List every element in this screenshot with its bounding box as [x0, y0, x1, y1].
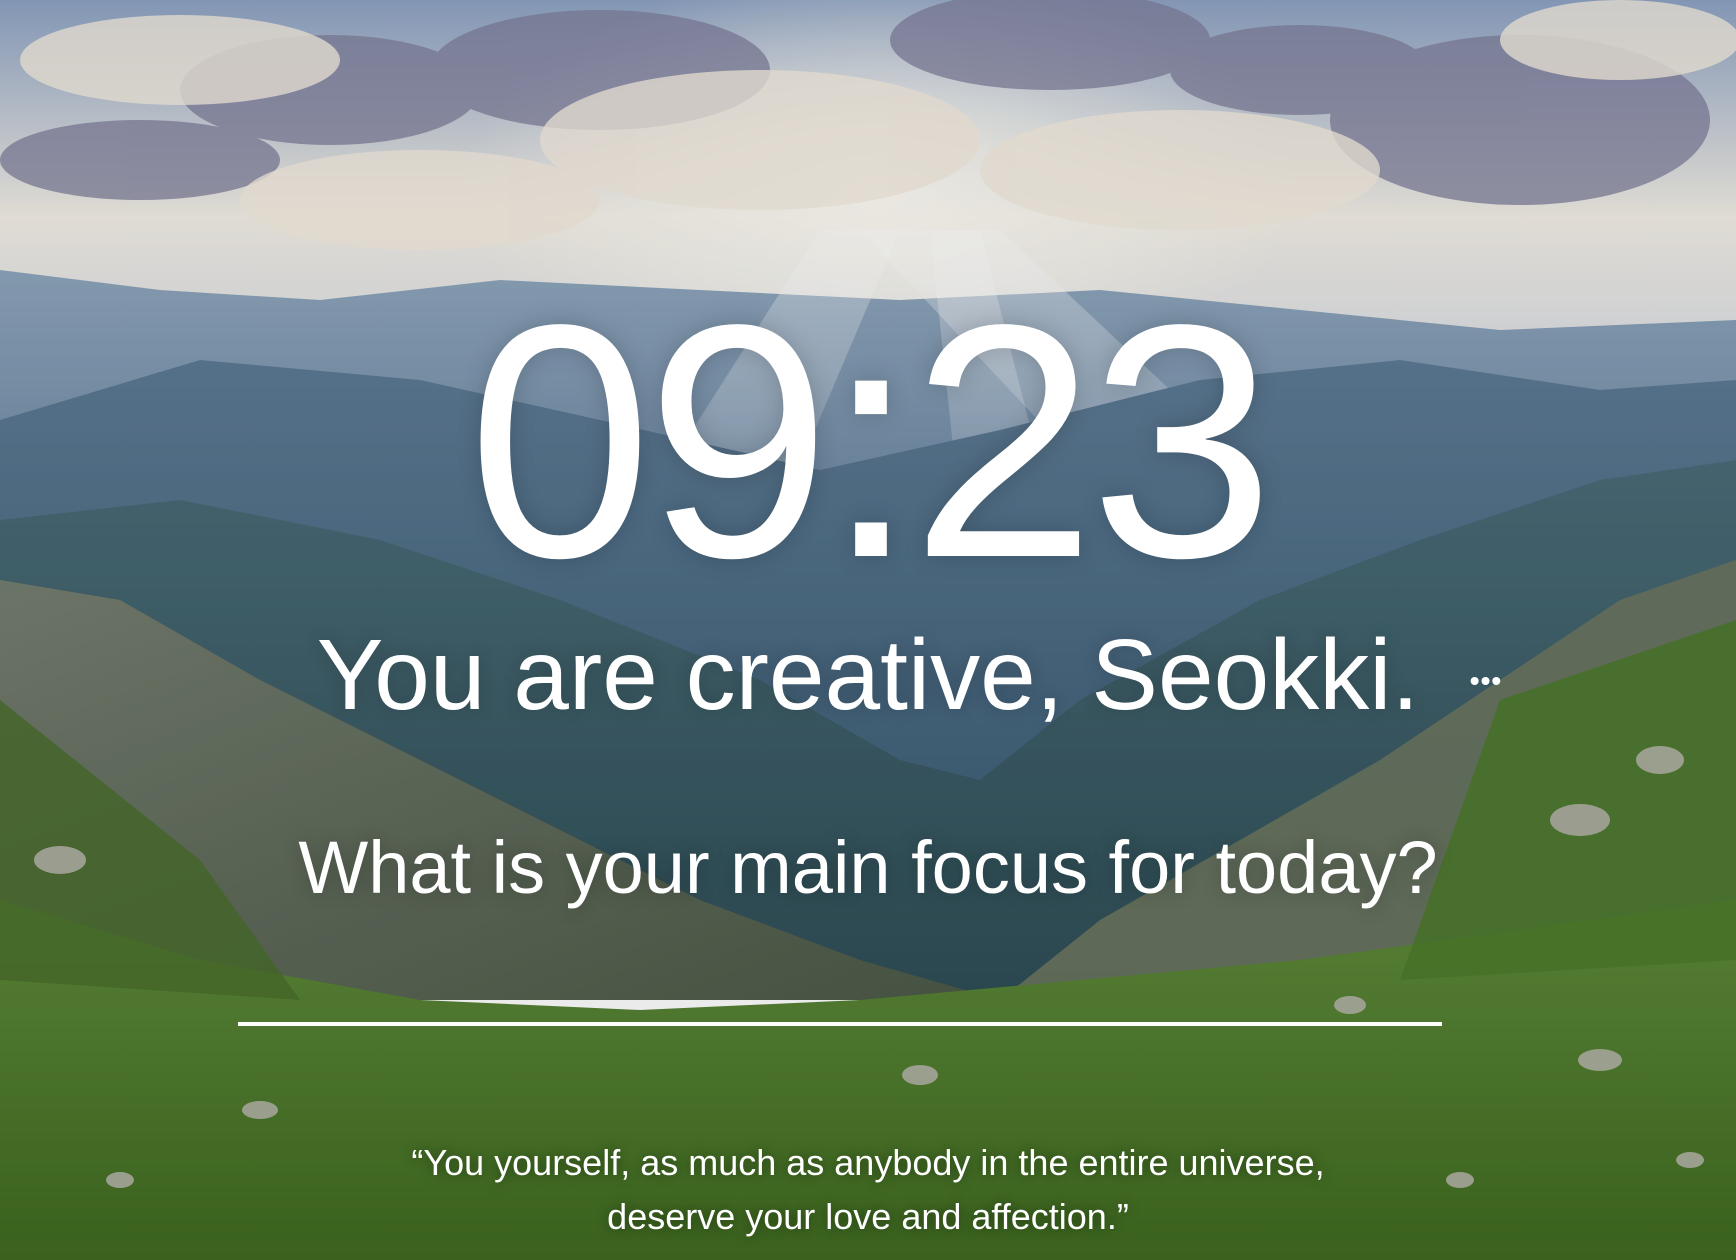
quote-line-1: “You yourself, as much as anybody in the…: [411, 1142, 1325, 1183]
daily-quote[interactable]: “You yourself, as much as anybody in the…: [0, 1136, 1736, 1244]
greeting-more-button[interactable]: •••: [1460, 664, 1512, 698]
dashboard-overlay: 09:23 You are creative, Seokki. ••• What…: [0, 0, 1736, 1260]
clock-time[interactable]: 09:23: [0, 262, 1736, 622]
quote-line-2: deserve your love and affection.”: [607, 1196, 1129, 1237]
ellipsis-icon: •••: [1469, 665, 1503, 696]
focus-prompt: What is your main focus for today?: [298, 826, 1438, 909]
focus-input[interactable]: [238, 960, 1442, 1026]
greeting-message: You are creative, Seokki.: [316, 619, 1420, 731]
